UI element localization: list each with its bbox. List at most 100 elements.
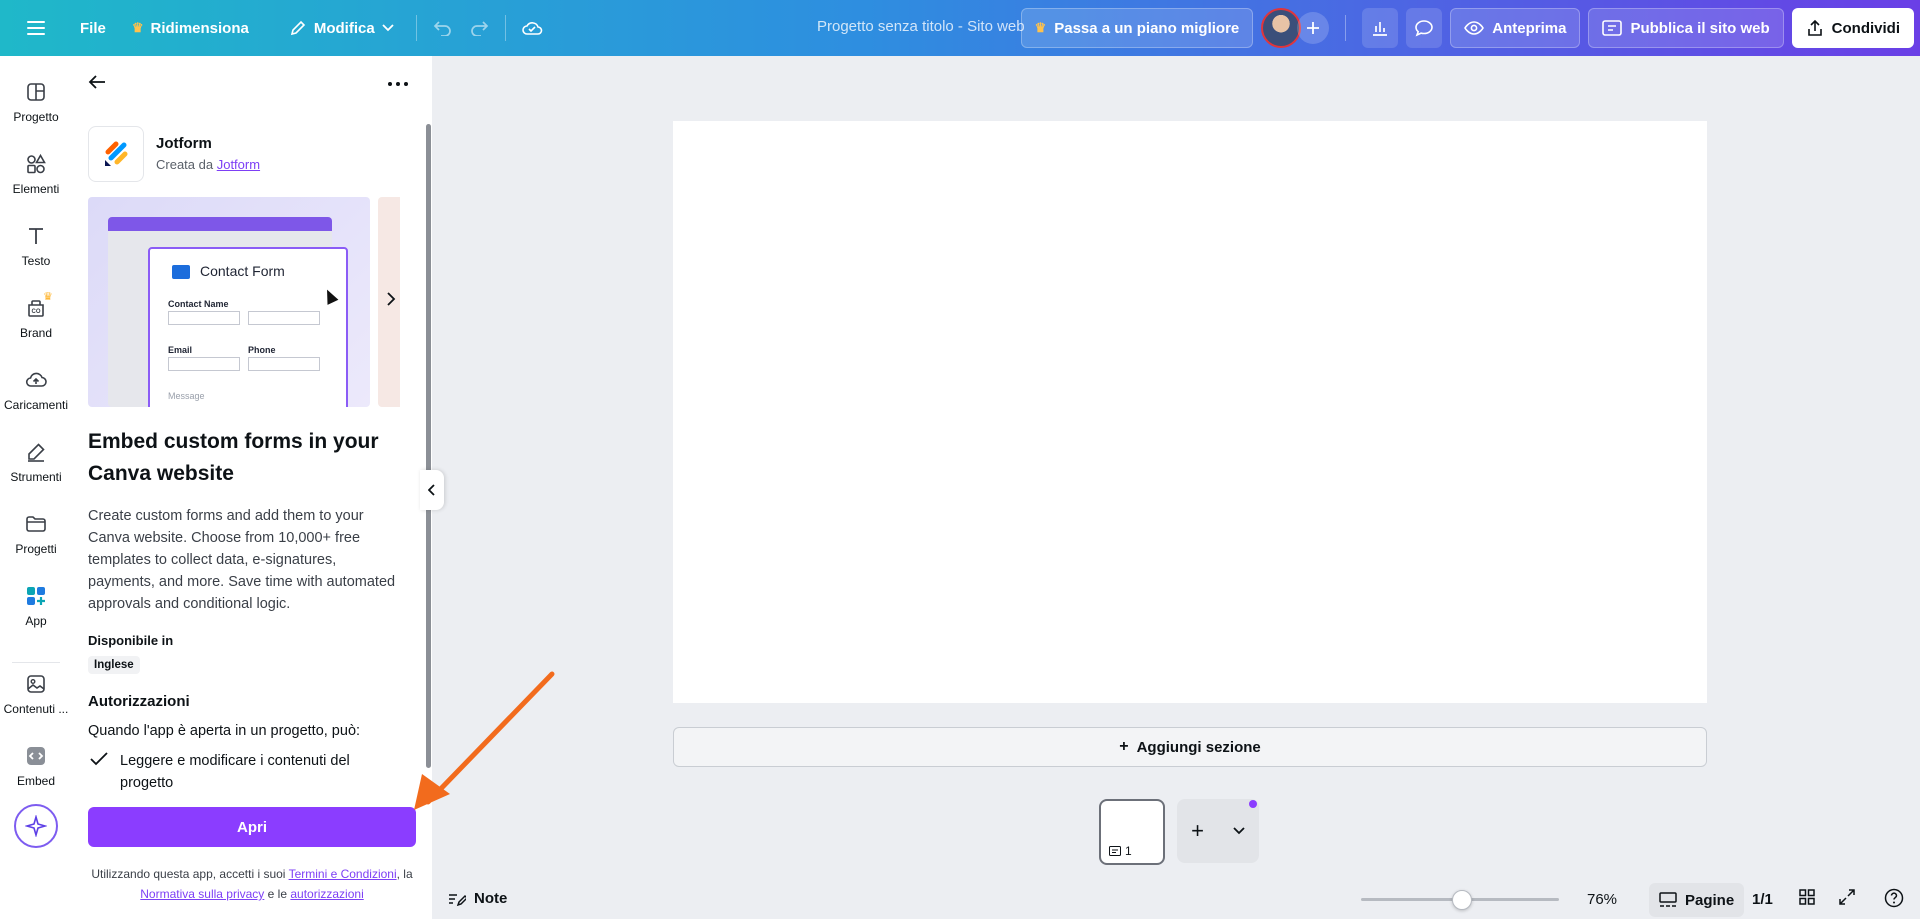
app-heading: Embed custom forms in your Canva website — [88, 430, 379, 485]
rail-item-brand[interactable]: CO Brand ♛ — [0, 291, 72, 340]
permission-item: Leggere e modificare i contenuti del pro… — [120, 753, 350, 791]
preview-field-label: Contact Name — [168, 299, 229, 309]
mail-icon — [172, 265, 190, 279]
pencil-icon — [290, 20, 305, 36]
app-author: Creata da Jotform — [156, 157, 260, 172]
page-number: 1 — [1125, 844, 1132, 858]
add-collaborator-icon[interactable] — [1297, 12, 1330, 44]
text-icon — [29, 228, 43, 244]
language-chip: Inglese — [88, 656, 140, 674]
pages-button[interactable]: Pagine — [1649, 883, 1745, 917]
creator-link[interactable]: Jotform — [217, 157, 260, 172]
privacy-link[interactable]: Normativa sulla privacy — [140, 887, 264, 901]
rail-label: Progetto — [13, 110, 59, 124]
rail-item-progetti[interactable]: Progetti — [0, 512, 72, 556]
avatar[interactable] — [1261, 8, 1302, 48]
divider — [504, 15, 506, 41]
back-arrow-icon[interactable] — [88, 74, 106, 95]
pages-label: Pagine — [1685, 891, 1735, 909]
open-label: Apri — [237, 818, 267, 836]
resize-button[interactable]: ♛ Ridimensiona — [122, 8, 259, 48]
fullscreen-icon[interactable] — [1838, 888, 1856, 911]
rail-item-elementi[interactable]: Elementi — [0, 152, 72, 196]
share-label: Condividi — [1831, 19, 1900, 37]
publish-button[interactable]: Pubblica il sito web — [1588, 8, 1784, 48]
preview-button[interactable]: Anteprima — [1450, 8, 1581, 48]
open-app-button[interactable]: Apri — [88, 807, 416, 847]
publish-label: Pubblica il sito web — [1630, 19, 1770, 37]
permissions-intro: Quando l'app è aperta in un progetto, pu… — [88, 723, 361, 739]
jotform-logo-icon — [105, 141, 128, 166]
document-title[interactable]: Progetto senza titolo - Sito web — [817, 18, 1025, 35]
undo-icon[interactable] — [425, 8, 461, 48]
more-options-icon[interactable] — [388, 82, 408, 86]
annotation-arrow — [414, 671, 555, 810]
collapse-panel-button[interactable] — [420, 470, 444, 510]
notes-button[interactable]: Note — [448, 890, 507, 907]
checkmark-icon — [90, 752, 108, 771]
edit-label: Modifica — [313, 19, 375, 37]
web-page-icon — [1109, 846, 1121, 856]
add-section-label: Aggiungi sezione — [1136, 738, 1261, 756]
chevron-down-icon — [1232, 827, 1245, 835]
rail-label: Elementi — [12, 182, 60, 196]
magic-assistant-button[interactable] — [14, 804, 58, 848]
divider — [1345, 15, 1347, 41]
folder-icon — [26, 516, 46, 532]
rail-item-contenuti[interactable]: Contenuti ... — [0, 672, 72, 716]
permissions-link[interactable]: autorizzazioni — [290, 887, 363, 901]
rail-item-app[interactable]: App — [0, 584, 72, 628]
edit-menu-button[interactable]: Modifica — [279, 8, 404, 48]
add-page-options-button[interactable] — [1218, 799, 1259, 863]
add-page-button[interactable]: + — [1177, 799, 1218, 863]
rail-item-caricamenti[interactable]: Caricamenti — [0, 368, 72, 412]
rail-item-progetto[interactable]: Progetto — [0, 80, 72, 124]
divider — [415, 15, 417, 41]
upgrade-button[interactable]: ♛ Passa a un piano migliore — [1020, 8, 1254, 48]
resize-label: Ridimensiona — [150, 19, 249, 37]
apps-icon — [27, 587, 45, 605]
embed-icon — [27, 747, 45, 765]
side-rail: Progetto Elementi Testo CO Brand ♛ Caric… — [0, 56, 72, 919]
redo-icon[interactable] — [461, 8, 497, 48]
cloud-saved-icon[interactable] — [514, 8, 550, 48]
divider — [12, 662, 60, 663]
rail-label: Contenuti ... — [3, 702, 69, 716]
zoom-slider-handle[interactable] — [1452, 890, 1472, 910]
page-count: 1/1 — [1752, 891, 1773, 908]
chevron-right-icon[interactable] — [386, 290, 396, 311]
rail-label: Brand — [19, 326, 53, 340]
chevron-down-icon — [382, 24, 394, 32]
rail-label: Caricamenti — [3, 398, 69, 412]
design-page[interactable] — [673, 121, 1707, 703]
terms-link[interactable]: Termini e Condizioni — [289, 867, 397, 881]
zoom-value[interactable]: 76% — [1587, 891, 1617, 908]
notes-label: Note — [474, 890, 508, 907]
add-section-button[interactable]: + Aggiungi sezione — [673, 727, 1707, 767]
page-thumbnail[interactable]: 1 — [1099, 799, 1165, 865]
permissions-title: Autorizzazioni — [88, 693, 190, 710]
menu-icon[interactable] — [18, 8, 54, 48]
preview-form-title: Contact Form — [200, 263, 285, 279]
rail-item-embed[interactable]: Embed — [0, 744, 72, 788]
rail-item-testo[interactable]: Testo — [0, 224, 72, 268]
app-name: Jotform — [156, 135, 212, 152]
share-button[interactable]: Condividi — [1791, 8, 1914, 48]
comment-icon[interactable] — [1406, 8, 1443, 48]
grid-view-icon[interactable] — [1798, 888, 1816, 911]
notification-dot — [1249, 800, 1257, 808]
app-description: Create custom forms and add them to your… — [88, 508, 396, 612]
rail-item-strumenti[interactable]: Strumenti — [0, 440, 72, 484]
svg-text:CO: CO — [32, 309, 41, 315]
pages-icon — [1659, 892, 1677, 907]
preview-field-label: Message — [168, 391, 205, 401]
insights-icon[interactable] — [1362, 8, 1399, 48]
preview-field-label: Email — [168, 345, 193, 355]
share-icon — [1807, 19, 1822, 36]
layout-icon — [27, 83, 45, 101]
help-icon[interactable] — [1884, 888, 1904, 913]
legal-notice: Utilizzando questa app, accetti i suoi T… — [91, 867, 413, 901]
file-menu-button[interactable]: File — [70, 8, 116, 48]
app-preview-image: Contact Form Contact Name Email Phone Me… — [88, 197, 370, 407]
rail-label: Strumenti — [10, 470, 62, 484]
